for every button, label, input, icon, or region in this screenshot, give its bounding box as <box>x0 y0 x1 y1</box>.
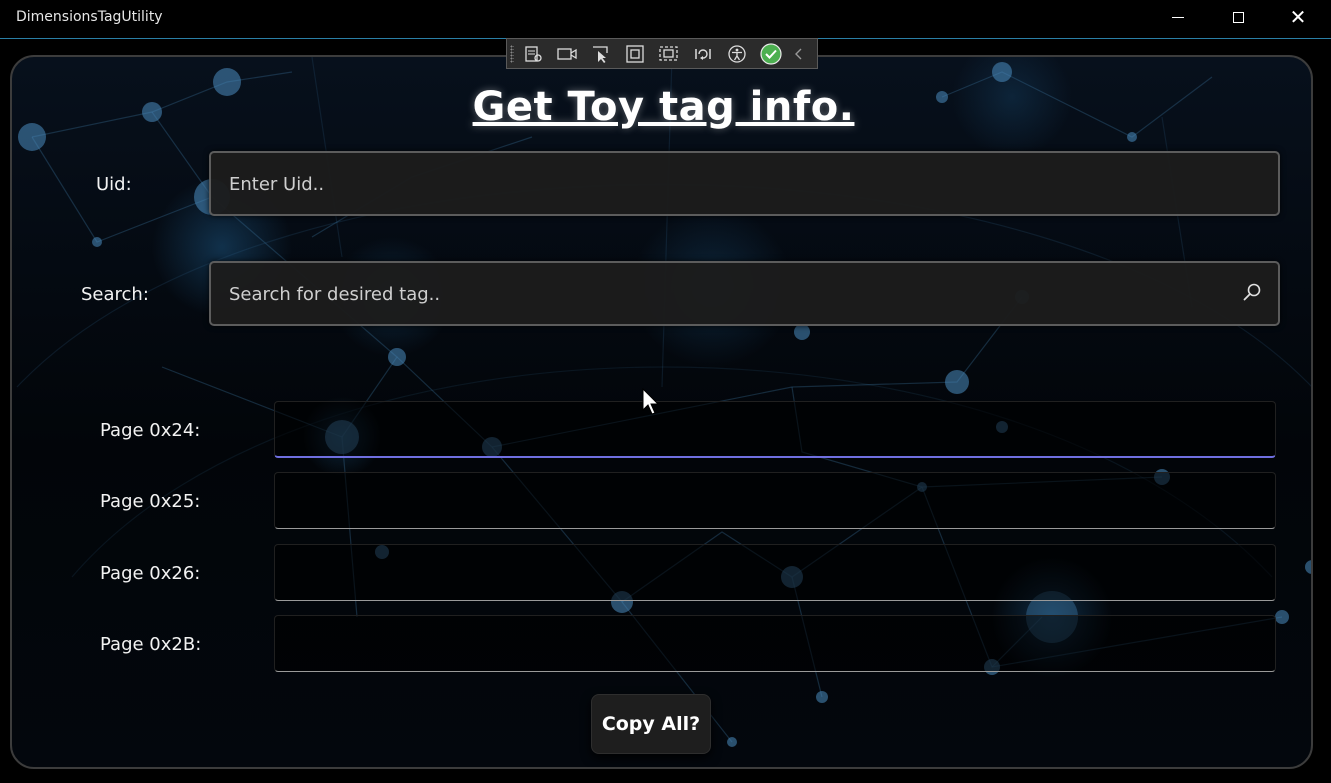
live-visual-tree-button[interactable] <box>519 42 547 66</box>
page-0x2b-field <box>274 615 1276 672</box>
toolbar-grip[interactable] <box>510 45 514 63</box>
display-layout-adorners-icon <box>626 44 644 63</box>
display-layout-adorners-button[interactable] <box>621 42 649 66</box>
track-focus-button[interactable] <box>655 42 683 66</box>
page-0x24-input[interactable] <box>275 402 1275 456</box>
track-focus-icon <box>659 45 678 61</box>
page-0x26-input[interactable] <box>275 545 1275 600</box>
hot-reload-button[interactable] <box>689 42 717 66</box>
accessibility-icon <box>728 44 746 63</box>
close-icon: ✕ <box>1289 6 1307 29</box>
maximize-icon <box>1232 11 1244 23</box>
minimize-button[interactable] <box>1148 0 1208 34</box>
maximize-button[interactable] <box>1208 0 1268 34</box>
live-visual-tree-icon <box>525 45 542 62</box>
page-0x25-label: Page 0x25: <box>100 491 201 512</box>
page-0x25-input[interactable] <box>275 473 1275 528</box>
binding-success-icon <box>760 42 782 65</box>
search-label: Search: <box>81 284 149 305</box>
search-input[interactable] <box>227 263 1228 326</box>
select-element-icon <box>593 45 608 63</box>
collapse-toolbar-button[interactable] <box>791 42 807 66</box>
uid-field-container <box>209 151 1280 216</box>
record-button[interactable] <box>553 42 581 66</box>
search-icon <box>1243 283 1261 301</box>
page-0x2b-input[interactable] <box>275 616 1275 671</box>
hot-reload-icon <box>695 48 711 60</box>
uid-label: Uid: <box>96 174 132 195</box>
mouse-cursor-icon <box>642 388 660 415</box>
binding-status-button[interactable] <box>757 42 785 66</box>
record-icon <box>557 47 577 60</box>
main-panel: Get Toy tag info. Uid: Search: Page 0x24… <box>10 55 1313 769</box>
window-title: DimensionsTagUtility <box>16 9 163 25</box>
page-title: Get Toy tag info. <box>472 84 855 130</box>
xaml-debug-toolbar <box>506 38 818 69</box>
close-button[interactable]: ✕ <box>1268 0 1328 34</box>
search-field-container <box>209 261 1280 326</box>
title-bar: DimensionsTagUtility ✕ <box>0 0 1331 39</box>
accessibility-button[interactable] <box>723 42 751 66</box>
page-0x25-field <box>274 472 1276 529</box>
select-element-button[interactable] <box>587 42 615 66</box>
page-0x24-field <box>274 401 1276 458</box>
collapse-chevron-icon <box>795 48 802 59</box>
search-button[interactable] <box>1240 281 1264 305</box>
copy-all-button[interactable]: Copy All? <box>591 694 711 754</box>
page-0x24-label: Page 0x24: <box>100 420 201 441</box>
page-0x2b-label: Page 0x2B: <box>100 634 202 655</box>
page-0x26-field <box>274 544 1276 601</box>
minimize-icon <box>1172 16 1184 18</box>
page-0x26-label: Page 0x26: <box>100 563 201 584</box>
uid-input[interactable] <box>227 153 1228 216</box>
